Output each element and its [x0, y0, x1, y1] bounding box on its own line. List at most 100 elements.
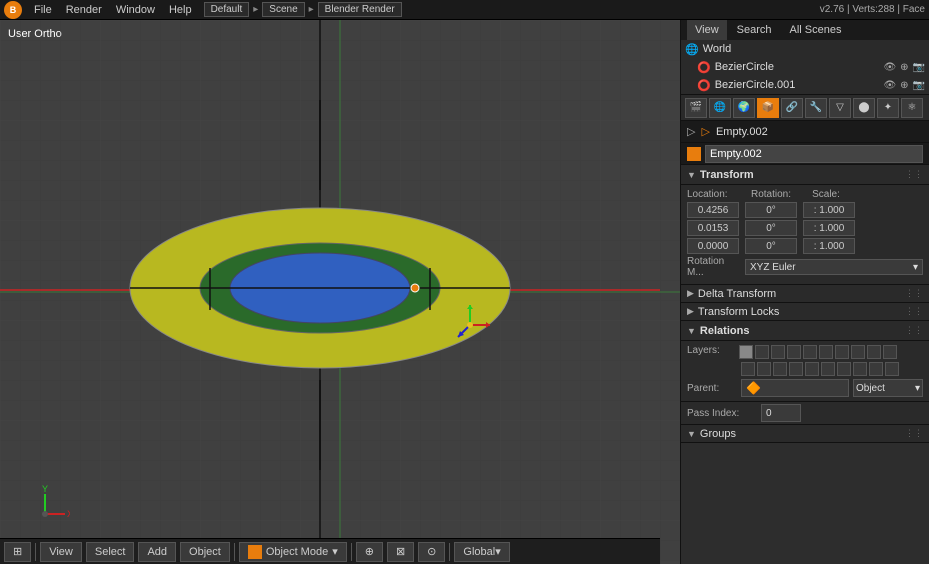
render-menu[interactable]: Render [60, 0, 108, 20]
physics-icon[interactable]: ⚛ [901, 98, 923, 118]
layer-btn-4[interactable] [787, 345, 801, 359]
delta-dots: ⋮⋮ [905, 288, 923, 299]
cursor2-icon[interactable]: ⊕ [900, 80, 908, 91]
rotation-col-header: Rotation: [745, 189, 797, 200]
transform-locks-label: Transform Locks [698, 306, 780, 318]
scene-props-icon[interactable]: 🌐 [709, 98, 731, 118]
layer-btn-2[interactable] [755, 345, 769, 359]
rotation-mode-dropdown[interactable]: XYZ Euler ▾ [745, 259, 923, 275]
viewport[interactable]: User Ortho [0, 20, 681, 564]
eye-icon[interactable]: 👁 [883, 62, 896, 73]
outliner-item-beziercircle001[interactable]: ⭕ BezierCircle.001 👁 ⊕ 📷 [681, 76, 929, 94]
add-menu-button[interactable]: Add [138, 542, 176, 562]
loc-z-field[interactable] [687, 238, 739, 254]
scene-badge[interactable]: Scene [262, 2, 304, 17]
top-bar-right: v2.76 | Verts:288 | Face [820, 4, 925, 15]
help-menu[interactable]: Help [163, 0, 198, 20]
file-menu[interactable]: File [28, 0, 58, 20]
rot-z-field[interactable] [745, 238, 797, 254]
layer-btn-3[interactable] [771, 345, 785, 359]
global-select[interactable]: Global ▾ [454, 542, 509, 562]
locks-dots: ⋮⋮ [905, 306, 923, 317]
layer-btn-17[interactable] [837, 362, 851, 376]
delta-transform-section[interactable]: ▶ Delta Transform ⋮⋮ [681, 285, 929, 303]
camera2-icon[interactable]: 📷 [913, 80, 925, 91]
loc-x-field[interactable] [687, 202, 739, 218]
rot-x-field[interactable] [745, 202, 797, 218]
loc-y-field[interactable] [687, 220, 739, 236]
curve2-icon: ⭕ [697, 79, 711, 92]
scale-z-field[interactable] [803, 238, 855, 254]
layer-btn-14[interactable] [789, 362, 803, 376]
object-name-input[interactable] [705, 145, 923, 163]
eye2-icon[interactable]: 👁 [883, 80, 896, 91]
window-menu[interactable]: Window [110, 0, 161, 20]
layer-btn-16[interactable] [821, 362, 835, 376]
snap-btn[interactable]: ⊠ [387, 542, 414, 562]
engine-badge[interactable]: Default [204, 2, 250, 17]
layer-btn-9[interactable] [867, 345, 881, 359]
scale-y-field[interactable] [803, 220, 855, 236]
outliner-item-world[interactable]: 🌐 World [681, 40, 929, 58]
view-menu-button[interactable]: View [40, 542, 82, 562]
parent-type-select[interactable]: Object ▾ [853, 379, 923, 397]
rotation-mode-label: Rotation M... [687, 256, 742, 278]
scale-col-header: Scale: [800, 189, 852, 200]
material-icon[interactable]: ⬤ [853, 98, 875, 118]
parent-input[interactable]: 🔶 [741, 379, 849, 397]
layer-btn-18[interactable] [853, 362, 867, 376]
camera-icon[interactable]: 📷 [913, 62, 925, 73]
blender-logo[interactable]: B [4, 1, 22, 19]
layer-btn-20[interactable] [885, 362, 899, 376]
constraints-icon[interactable]: 🔗 [781, 98, 803, 118]
tab-all-scenes[interactable]: All Scenes [782, 20, 850, 40]
object-header: ▷ ▷ Empty.002 [681, 121, 929, 143]
svg-text:Y: Y [42, 484, 48, 494]
groups-dots: ⋮⋮ [905, 428, 923, 439]
groups-section-header[interactable]: ▼ Groups ⋮⋮ [681, 425, 929, 443]
outliner-tabs: View Search All Scenes [687, 20, 850, 40]
layer-btn-5[interactable] [803, 345, 817, 359]
object-menu-button[interactable]: Object [180, 542, 230, 562]
render-props-icon[interactable]: 🎬 [685, 98, 707, 118]
select-menu-button[interactable]: Select [86, 542, 135, 562]
groups-arrow-icon: ▼ [687, 429, 696, 439]
transform-z-row [687, 238, 923, 254]
cursor-icon[interactable]: ⊕ [900, 62, 908, 73]
object-props-icon[interactable]: 📦 [757, 98, 779, 118]
mode-select[interactable]: Object Mode ▾ [239, 542, 347, 562]
outliner-header: View Search All Scenes [681, 20, 929, 40]
data-icon[interactable]: ▽ [829, 98, 851, 118]
viewport-mode-icon[interactable]: ⊞ [4, 542, 31, 562]
world-props-icon[interactable]: 🌍 [733, 98, 755, 118]
pivot-btn[interactable]: ⊕ [356, 542, 383, 562]
layer-btn-6[interactable] [819, 345, 833, 359]
modifiers-icon[interactable]: 🔧 [805, 98, 827, 118]
layer-btn-19[interactable] [869, 362, 883, 376]
transform-x-row [687, 202, 923, 218]
layer-btn-1[interactable] [739, 345, 753, 359]
scale-x-field[interactable] [803, 202, 855, 218]
pass-index-input[interactable] [761, 404, 801, 422]
layer-btn-11[interactable] [741, 362, 755, 376]
layer-btn-7[interactable] [835, 345, 849, 359]
layer-btn-10[interactable] [883, 345, 897, 359]
outliner-item-beziercircle[interactable]: ⭕ BezierCircle 👁 ⊕ 📷 [681, 58, 929, 76]
transform-section-header[interactable]: ▼ Transform ⋮⋮ [681, 165, 929, 185]
rot-y-field[interactable] [745, 220, 797, 236]
layer-btn-8[interactable] [851, 345, 865, 359]
particles-icon[interactable]: ✦ [877, 98, 899, 118]
rotation-mode-row: Rotation M... XYZ Euler ▾ [687, 256, 923, 278]
proportional-btn[interactable]: ⊙ [418, 542, 445, 562]
pass-index-row: Pass Index: [681, 402, 929, 425]
renderer-badge[interactable]: Blender Render [318, 2, 402, 17]
relations-section-header[interactable]: ▼ Relations ⋮⋮ [681, 321, 929, 341]
layer-btn-12[interactable] [757, 362, 771, 376]
transform-locks-section[interactable]: ▶ Transform Locks ⋮⋮ [681, 303, 929, 321]
name-field-row [681, 143, 929, 165]
layer-btn-15[interactable] [805, 362, 819, 376]
layer-btn-13[interactable] [773, 362, 787, 376]
parent-label: Parent: [687, 383, 737, 394]
tab-search[interactable]: Search [729, 20, 780, 40]
tab-view[interactable]: View [687, 20, 727, 40]
